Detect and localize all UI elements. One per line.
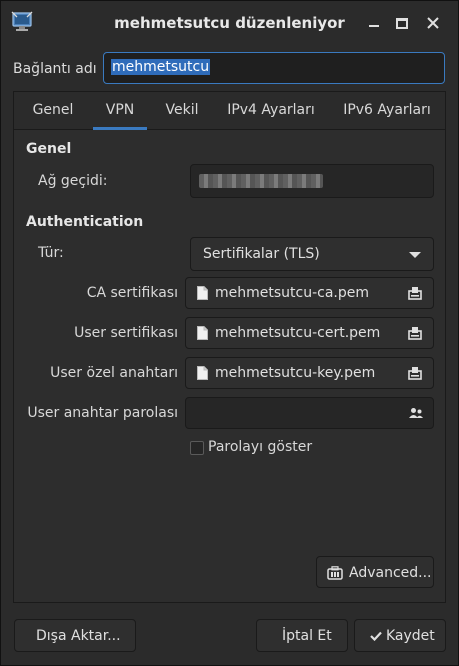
close-icon[interactable] [425,15,441,31]
window-title: mehmetsutcu düzenleniyor [114,14,345,32]
show-password-label[interactable]: Parolayı göster [208,439,312,455]
user-key-filename: mehmetsutcu-key.pem [215,365,376,381]
ca-cert-filename: mehmetsutcu-ca.pem [215,285,370,301]
toolbox-icon [327,566,343,580]
key-password-input[interactable] [185,397,434,429]
file-icon [197,326,208,340]
user-cert-chooser[interactable]: mehmetsutcu-cert.pem [185,317,434,349]
auth-type-value: Sertifikalar (TLS) [203,246,320,262]
connection-name-label: Bağlantı adı [13,61,97,77]
checkmark-icon [370,631,382,641]
file-icon [197,286,208,300]
file-icon [197,366,208,380]
export-button[interactable]: Dışa Aktar... [14,619,136,652]
cancel-button-label: İptal Et [282,628,332,644]
gateway-input[interactable] [190,164,434,198]
tab-ipv6[interactable]: IPv6 Ayarları [337,92,437,130]
user-cert-label: User sertifikası [74,325,178,341]
user-key-chooser[interactable]: mehmetsutcu-key.pem [185,357,434,389]
tab-proxy[interactable]: Vekil [157,92,207,130]
connection-name-input[interactable]: mehmetsutcu [103,52,445,84]
chevron-down-icon [409,252,421,258]
clear-selection-icon[interactable] [407,366,423,380]
title-bar[interactable]: mehmetsutcu düzenleniyor [1,1,458,47]
gateway-label: Ağ geçidi: [38,173,108,189]
auth-section-title: Authentication [26,214,144,230]
user-cert-filename: mehmetsutcu-cert.pem [215,325,381,341]
clear-selection-icon[interactable] [407,286,423,300]
tab-bar: Genel VPN Vekil IPv4 Ayarları IPv6 Ayarl… [14,92,445,130]
advanced-button[interactable]: Advanced... [316,556,434,588]
type-label: Tür: [38,245,64,261]
gateway-value-redacted [199,174,323,188]
key-password-label: User anahtar parolası [27,405,178,421]
connection-name-value: mehmetsutcu [111,59,211,75]
cancel-button[interactable]: İptal Et [256,619,348,652]
tab-ipv4[interactable]: IPv4 Ayarları [221,92,321,130]
settings-notebook: Genel VPN Vekil IPv4 Ayarları IPv6 Ayarl… [13,91,446,603]
auth-type-select[interactable]: Sertifikalar (TLS) [190,237,434,271]
export-button-label: Dışa Aktar... [36,628,121,644]
user-password-icon[interactable] [409,407,423,419]
show-password-checkbox[interactable] [190,441,204,455]
minimize-icon[interactable] [366,15,382,31]
maximize-icon[interactable] [394,15,410,31]
tab-general[interactable]: Genel [24,92,82,130]
user-key-label: User özel anahtarı [50,365,178,381]
ca-cert-label: CA sertifikası [86,285,178,301]
tab-vpn[interactable]: VPN [93,92,147,130]
ca-cert-chooser[interactable]: mehmetsutcu-ca.pem [185,277,434,309]
save-button-label: Kaydet [386,628,435,644]
advanced-button-label: Advanced... [349,565,432,581]
general-section-title: Genel [26,141,72,157]
connection-editor-window: mehmetsutcu düzenleniyor Bağlantı adı me… [0,0,459,666]
clear-selection-icon[interactable] [407,326,423,340]
save-button[interactable]: Kaydet [354,619,446,652]
